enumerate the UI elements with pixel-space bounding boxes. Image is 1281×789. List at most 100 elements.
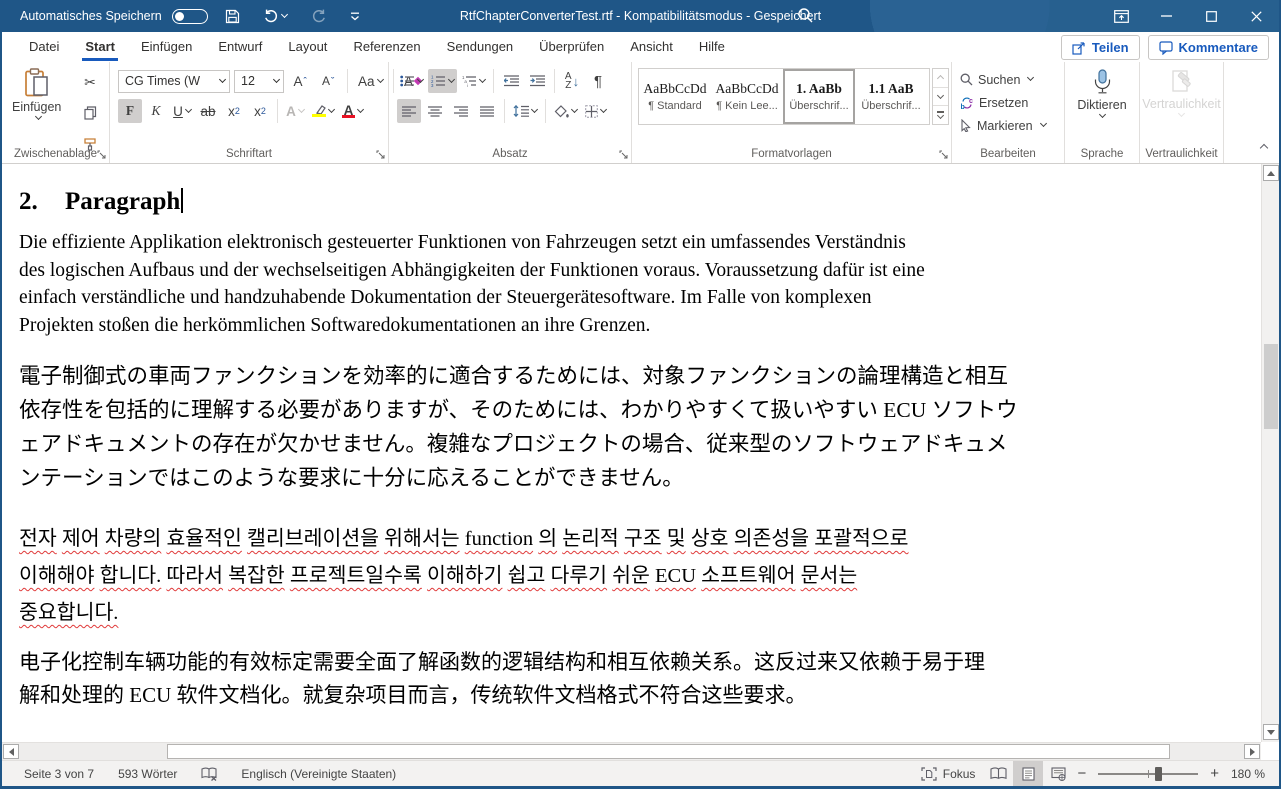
dictate-button[interactable]: Diktieren (1065, 69, 1139, 119)
tab-sendungen[interactable]: Sendungen (434, 32, 527, 62)
proofing-status-icon[interactable] (193, 761, 225, 787)
align-left-button[interactable] (397, 99, 421, 123)
text-effects-chevron-icon (298, 105, 305, 112)
heading-text: Paragraph (65, 188, 180, 215)
text-line: Projekten stoßen die herkömmlichen Softw… (19, 312, 1241, 340)
font-size-value: 12 (241, 74, 255, 88)
zoom-level[interactable]: 180 % (1223, 761, 1265, 787)
paste-button[interactable]: Einfügen (12, 68, 61, 121)
gallery-scroll-up-icon[interactable] (933, 69, 948, 88)
close-button[interactable] (1234, 0, 1279, 32)
zoom-slider-thumb[interactable] (1155, 767, 1162, 781)
tab-referenzen[interactable]: Referenzen (340, 32, 433, 62)
bold-button[interactable]: F (118, 99, 142, 123)
decrease-indent-button[interactable] (499, 69, 523, 93)
scroll-up-icon[interactable] (1263, 165, 1279, 181)
gallery-scroll-down-icon[interactable] (933, 88, 948, 107)
sort-button[interactable]: AZ ↓ (560, 69, 584, 93)
numbered-list-button[interactable]: 123 (428, 69, 457, 93)
scroll-right-icon[interactable] (1244, 744, 1260, 759)
autosave-toggle[interactable] (172, 9, 208, 24)
find-button[interactable]: Suchen (952, 68, 1064, 91)
superscript-button[interactable]: x2 (248, 99, 272, 123)
read-mode-icon[interactable] (983, 761, 1013, 787)
horizontal-scrollbar[interactable] (2, 742, 1261, 760)
tab-layout[interactable]: Layout (275, 32, 340, 62)
gallery-expand-icon[interactable] (933, 106, 948, 124)
document-canvas[interactable]: 2.Paragraph Die effiziente Applikation e… (2, 164, 1261, 742)
language-indicator[interactable]: Englisch (Vereinigte Staaten) (233, 761, 404, 787)
clipboard-dialog-launcher-icon[interactable] (97, 150, 106, 159)
increase-font-button[interactable]: Aˆ (288, 69, 312, 93)
bullet-list-button[interactable] (397, 69, 426, 93)
web-layout-icon[interactable] (1043, 761, 1073, 787)
word-window: Automatisches Speichern RtfChapterConver… (0, 0, 1281, 789)
tab-ansicht[interactable]: Ansicht (617, 32, 686, 62)
justify-button[interactable] (475, 99, 499, 123)
maximize-button[interactable] (1189, 0, 1234, 32)
tab-start[interactable]: Start (72, 32, 128, 62)
borders-button[interactable] (582, 99, 609, 123)
style-ueberschrift-1[interactable]: 1. AaBb Überschrif... (783, 69, 855, 124)
font-color-button[interactable]: A (339, 99, 366, 123)
collapse-ribbon-icon[interactable] (1258, 137, 1267, 155)
change-case-button[interactable]: Aa (355, 69, 386, 93)
search-icon[interactable] (797, 7, 814, 24)
comments-button[interactable]: Kommentare (1148, 35, 1269, 60)
share-button[interactable]: Teilen (1061, 35, 1140, 60)
strikethrough-button[interactable]: ab (196, 99, 220, 123)
focus-mode-button[interactable]: Fokus (913, 761, 984, 787)
line-spacing-button[interactable] (510, 99, 540, 123)
paragraph-dialog-launcher-icon[interactable] (619, 150, 628, 159)
multilevel-list-button[interactable]: 1ai (459, 69, 488, 93)
font-dialog-launcher-icon[interactable] (376, 150, 385, 159)
shading-button[interactable] (551, 99, 580, 123)
increase-indent-button[interactable] (525, 69, 549, 93)
zoom-out-button[interactable]: − (1073, 765, 1090, 782)
tab-datei[interactable]: Datei (16, 32, 72, 62)
save-icon[interactable] (218, 0, 247, 32)
font-name-combo[interactable]: CG Times (W (118, 70, 230, 93)
cut-button[interactable]: ✂ (78, 70, 102, 94)
replace-button[interactable]: bc Ersetzen (952, 91, 1064, 114)
decrease-font-button[interactable]: Aˇ (316, 69, 340, 93)
scroll-down-icon[interactable] (1263, 724, 1279, 740)
word-count[interactable]: 593 Wörter (110, 761, 185, 787)
undo-icon[interactable] (257, 0, 294, 32)
tab-einfuegen[interactable]: Einfügen (128, 32, 205, 62)
tab-hilfe[interactable]: Hilfe (686, 32, 738, 62)
style-kein-leerraum[interactable]: AaBbCcDd ¶ Kein Lee... (711, 69, 783, 124)
svg-text:3: 3 (431, 83, 434, 87)
customize-quick-access-icon[interactable] (343, 0, 367, 32)
print-layout-icon[interactable] (1013, 761, 1043, 787)
minimize-button[interactable] (1144, 0, 1189, 32)
show-paragraph-marks-button[interactable]: ¶ (586, 69, 610, 93)
horizontal-scroll-thumb[interactable] (167, 744, 1170, 759)
undo-dropdown-chevron-icon[interactable] (281, 10, 288, 17)
align-center-button[interactable] (423, 99, 447, 123)
highlight-color-button[interactable] (309, 99, 337, 123)
tab-ueberpruefen[interactable]: Überprüfen (526, 32, 617, 62)
font-size-combo[interactable]: 12 (234, 70, 284, 93)
styles-dialog-launcher-icon[interactable] (939, 150, 948, 159)
tab-entwurf[interactable]: Entwurf (205, 32, 275, 62)
paste-dropdown-chevron-icon[interactable] (35, 113, 42, 120)
page-indicator[interactable]: Seite 3 von 7 (16, 761, 102, 787)
align-right-button[interactable] (449, 99, 473, 123)
vertical-scroll-thumb[interactable] (1264, 344, 1278, 429)
style-standard[interactable]: AaBbCcDd ¶ Standard (639, 69, 711, 124)
ribbon-display-options-icon[interactable] (1099, 0, 1144, 32)
subscript-button[interactable]: x2 (222, 99, 246, 123)
style-ueberschrift-2[interactable]: 1.1 AaB Überschrif... (855, 69, 927, 124)
scroll-left-icon[interactable] (3, 744, 19, 759)
underline-button[interactable]: U (170, 99, 194, 123)
zoom-in-button[interactable]: + (1206, 765, 1223, 782)
italic-button[interactable]: K (144, 99, 168, 123)
replace-label: Ersetzen (979, 96, 1028, 110)
zoom-slider[interactable] (1098, 773, 1198, 775)
styles-group-label: Formatvorlagen (632, 148, 951, 160)
select-button[interactable]: Markieren (952, 114, 1064, 137)
copy-button[interactable] (78, 101, 102, 125)
vertical-scrollbar[interactable] (1261, 164, 1279, 742)
svg-text:c: c (969, 98, 973, 105)
